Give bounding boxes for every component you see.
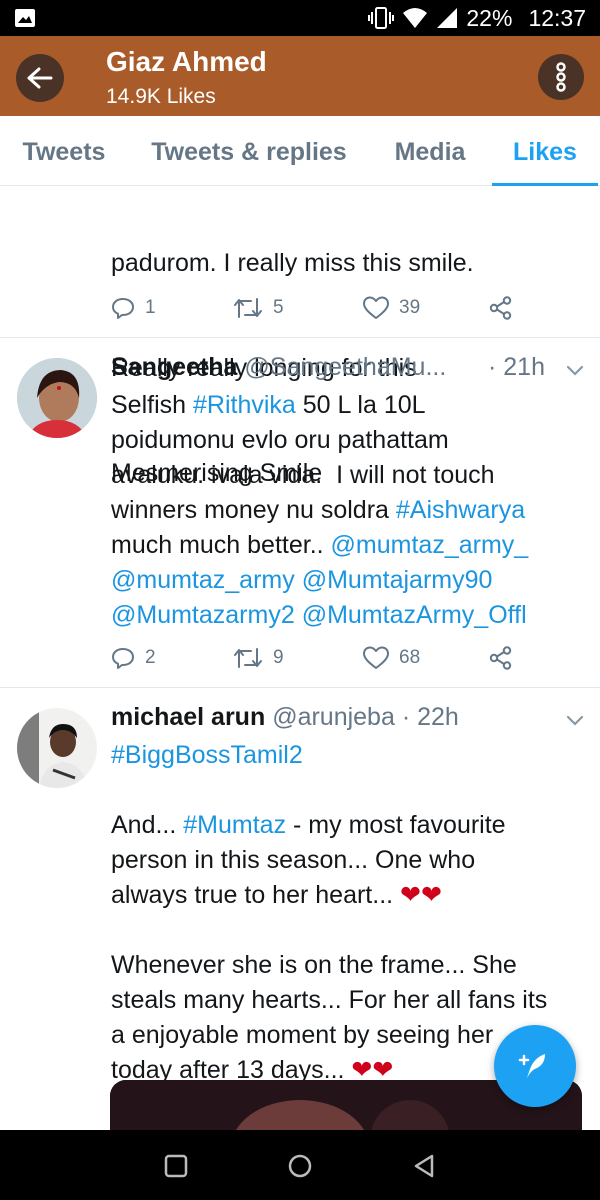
reply-button[interactable]: 1 [111, 293, 156, 323]
share-button[interactable] [488, 643, 514, 673]
mention-link[interactable]: @Mumtajarmy90 [302, 566, 493, 594]
reply-icon [112, 648, 134, 669]
hashtag-link[interactable]: #Rithvika [193, 391, 296, 419]
battery-percent: 22% [466, 4, 513, 31]
retweet-button[interactable]: 9 [233, 643, 284, 673]
system-nav-bar [0, 1130, 600, 1200]
like-button[interactable]: 39 [363, 293, 420, 323]
clock: 12:37 [528, 4, 586, 31]
tweet-timestamp: · 21h [488, 353, 545, 381]
chevron-down-icon[interactable] [566, 365, 584, 377]
share-icon [489, 296, 512, 320]
compose-tweet-button[interactable] [494, 1025, 576, 1107]
tweet-timestamp: · 22h [401, 703, 459, 731]
tweet[interactable]: Sangeetha @SangeethaMu... · 21h Selfish … [0, 338, 600, 687]
tweet-text-segment [295, 566, 302, 594]
recent-apps-icon[interactable] [162, 1152, 190, 1180]
mention-link[interactable]: @MumtazArmy_Offl [302, 601, 527, 629]
tweet-text-segment: And... [111, 811, 177, 839]
tweet-author-name[interactable]: Sangeetha [111, 353, 237, 381]
profile-header: Giaz Ahmed 14.9K Likes [0, 36, 600, 116]
tweet-text-segment: - my most favourite person in this seaso… [111, 811, 548, 1084]
avatar[interactable] [17, 358, 97, 438]
arrow-left-icon [27, 67, 53, 89]
profile-tabs: Tweets Tweets & replies Media Likes [0, 116, 600, 186]
retweet-count: 5 [273, 297, 284, 318]
tweet-author-name[interactable]: michael arun [111, 703, 265, 731]
tweet-text-line: padurom. I really miss this smile. [111, 249, 474, 277]
heart-icon [363, 646, 389, 669]
image-icon [15, 9, 35, 27]
retweet-count: 9 [273, 647, 284, 668]
mention-link[interactable]: @mumtaz_army [111, 566, 295, 594]
more-options-button[interactable] [538, 54, 584, 100]
hashtag-link[interactable]: #BiggBossTamil2 [111, 741, 303, 769]
mention-link[interactable]: @mumtaz_army_ [331, 531, 529, 559]
share-button[interactable] [488, 293, 514, 323]
signal-icon [437, 8, 458, 28]
mention-link[interactable]: @Mumtazarmy2 [111, 601, 295, 629]
profile-name: Giaz Ahmed [106, 46, 267, 77]
hashtag-link[interactable]: #Aishwarya [396, 496, 525, 524]
like-count: 68 [399, 647, 421, 668]
tweet-actions: 1 5 39 [0, 293, 600, 323]
tweet[interactable]: padurom. I really miss this smile. Reall… [0, 186, 600, 487]
avatar[interactable] [17, 708, 97, 788]
compose-feather-icon [518, 1054, 545, 1078]
tweet-actions: 2 9 68 [0, 643, 600, 673]
tweet-text-segment: Selfish [111, 391, 193, 419]
reply-count: 1 [145, 297, 156, 318]
vibrate-icon [368, 7, 395, 29]
retweet-icon [234, 648, 262, 668]
more-vertical-icon [556, 62, 566, 92]
tab-likes[interactable]: Likes [492, 116, 598, 186]
like-button[interactable]: 68 [363, 643, 420, 673]
retweet-button[interactable]: 5 [233, 293, 284, 323]
tweet-feed[interactable]: padurom. I really miss this smile. Reall… [0, 186, 600, 1130]
reply-icon [112, 298, 134, 319]
back-nav-icon[interactable] [410, 1152, 438, 1180]
tab-media[interactable]: Media [388, 116, 472, 186]
heart-icon [363, 296, 389, 319]
home-icon[interactable] [286, 1152, 314, 1180]
tweet-text: Selfish #Rithvika 50 L la 10L poidumonu … [111, 388, 591, 633]
likes-count: 14.9K Likes [106, 85, 216, 108]
tweet-author-handle[interactable]: @SangeethaMu... [244, 353, 446, 381]
like-count: 39 [399, 297, 421, 318]
tweet-author-handle[interactable]: @arunjeba [272, 703, 395, 731]
tab-tweets[interactable]: Tweets [18, 116, 110, 186]
reply-button[interactable]: 2 [111, 643, 156, 673]
retweet-icon [234, 298, 262, 318]
reply-count: 2 [145, 647, 156, 668]
back-button[interactable] [16, 54, 64, 102]
status-bar: 22% 12:37 [0, 0, 600, 36]
wifi-icon [403, 8, 428, 28]
share-icon [489, 646, 512, 670]
tweet-text-segment [295, 601, 302, 629]
tweet-text-segment: much much better.. [111, 531, 324, 559]
tab-tweets-replies[interactable]: Tweets & replies [146, 116, 352, 186]
chevron-down-icon[interactable] [566, 715, 584, 727]
hashtag-link[interactable]: #Mumtaz [183, 811, 286, 839]
